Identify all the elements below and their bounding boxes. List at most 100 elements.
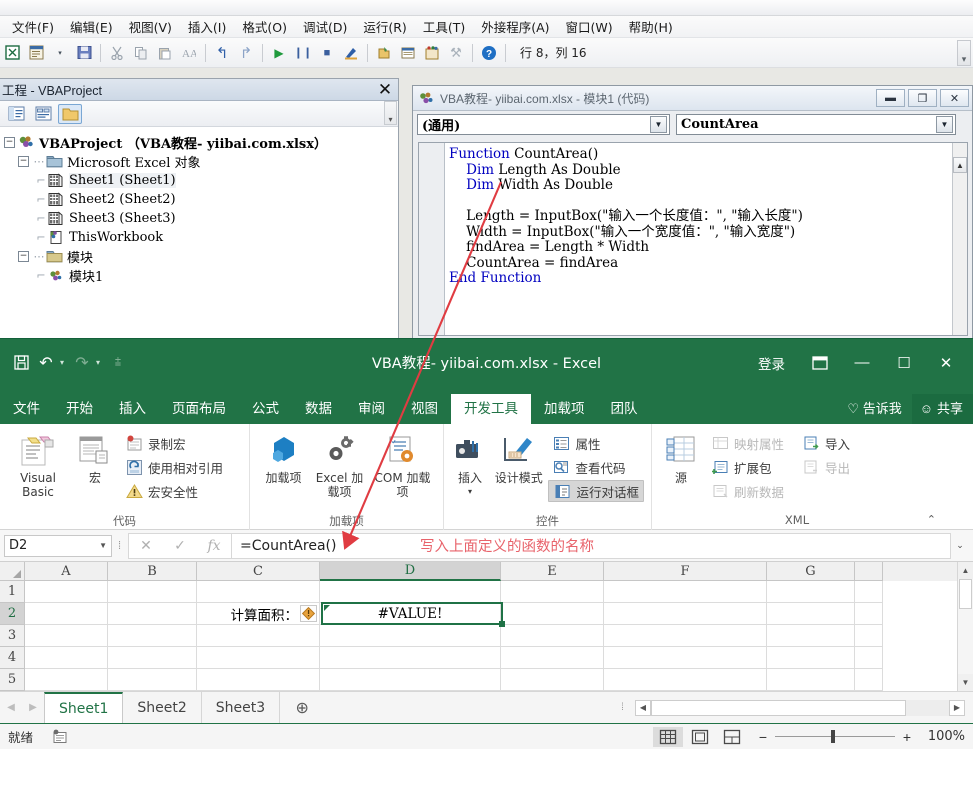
cell-C4[interactable] [197,647,320,669]
toolbar-overflow-handle[interactable]: ▾ [957,40,971,66]
zoom-in-button[interactable]: + [901,729,913,745]
panel-overflow-handle[interactable]: ▾ [384,101,397,125]
cell-D3[interactable] [320,625,501,647]
row-header-1[interactable]: 1 [0,581,25,603]
tab-addins[interactable]: 加载项 [531,394,598,424]
column-header-B[interactable]: B [108,562,197,581]
vbe-menu-tools[interactable]: 工具(T) [415,15,473,38]
tree-item-excel-objects[interactable]: − ⋯ Microsoft Excel 对象 [4,152,398,171]
cell-C1[interactable] [197,581,320,603]
collapse-ribbon-icon[interactable]: ⌃ [927,513,936,526]
undo-icon[interactable]: ↰ [211,42,233,64]
insert-dropdown-caret-icon[interactable]: ▾ [49,42,71,64]
cell-B4[interactable] [108,647,197,669]
zoom-slider[interactable]: − + [757,729,913,745]
cell-A4[interactable] [25,647,108,669]
column-header-D[interactable]: D [320,562,501,581]
record-macro-button[interactable]: 录制宏 [121,432,227,454]
row-header-4[interactable]: 4 [0,647,25,669]
object-browser-icon[interactable] [421,42,443,64]
cell-G5[interactable] [767,669,855,691]
vertical-scrollbar[interactable]: ▲ ▼ [957,562,973,691]
import-button[interactable]: 导入 [798,432,854,454]
scroll-down-icon[interactable]: ▼ [958,674,973,691]
chevron-down-icon[interactable]: ▼ [650,115,667,133]
column-header-G[interactable]: G [767,562,855,581]
toolbox-icon[interactable]: ⚒ [445,42,467,64]
tell-me-button[interactable]: ♡ 告诉我 [837,394,911,424]
formula-input[interactable]: =CountArea() 写入上面定义的函数的名称 [231,532,951,559]
find-icon[interactable]: AA [178,42,200,64]
row-header-3[interactable]: 3 [0,625,25,647]
accept-formula-icon[interactable]: ✓ [163,534,197,558]
cell-H2[interactable] [855,603,883,625]
export-button[interactable]: 导出 [798,456,854,478]
cell-F2[interactable] [604,603,767,625]
cell-E5[interactable] [501,669,604,691]
zoom-track[interactable] [775,730,895,743]
visual-basic-button[interactable]: Visual Basic [7,429,69,499]
normal-view-button[interactable] [653,726,683,747]
sheet-tab-sheet2[interactable]: Sheet2 [123,692,202,723]
share-button[interactable]: ☺ 共享 [911,394,973,424]
paste-icon[interactable] [154,42,176,64]
close-icon[interactable]: ✕ [372,80,398,100]
help-icon[interactable]: ? [478,42,500,64]
use-relative-references-button[interactable]: 使用相对引用 [121,456,227,478]
cancel-formula-icon[interactable]: ✕ [129,534,163,558]
close-icon[interactable]: ✕ [940,89,969,107]
toggle-folders-icon[interactable] [58,103,82,124]
page-layout-view-button[interactable] [685,727,715,747]
view-excel-icon[interactable] [1,42,23,64]
cell-G4[interactable] [767,647,855,669]
tab-team[interactable]: 团队 [598,394,651,424]
design-mode-button[interactable]: 设计模式 [493,429,544,485]
tab-page-layout[interactable]: 页面布局 [159,394,239,424]
page-break-preview-button[interactable] [717,727,747,747]
cell-H5[interactable] [855,669,883,691]
cell-A5[interactable] [25,669,108,691]
maximize-icon[interactable]: ☐ [883,348,925,378]
insert-control-button[interactable]: 插入 ▾ [451,429,489,499]
cell-H1[interactable] [855,581,883,603]
refresh-data-button[interactable]: 刷新数据 [707,480,788,502]
tree-item-sheet3[interactable]: ⌐ Sheet3 (Sheet3) [4,209,398,228]
chevron-down-icon[interactable]: ▾ [468,485,472,499]
tree-item-sheet1[interactable]: ⌐ Sheet1 (Sheet1) [4,171,398,190]
minimize-icon[interactable]: — [841,348,883,378]
cell-B2[interactable] [108,603,197,625]
next-sheet-icon[interactable]: ▶ [22,702,44,713]
expansion-packs-button[interactable]: 扩展包 [707,456,788,478]
insert-userform-icon[interactable] [25,42,47,64]
column-header-F[interactable]: F [604,562,767,581]
close-icon[interactable]: ✕ [925,348,967,378]
zoom-out-button[interactable]: − [757,729,769,745]
save-icon[interactable] [73,42,95,64]
redo-icon[interactable]: ↱ [235,42,257,64]
macro-security-button[interactable]: 宏安全性 [121,480,227,502]
view-object-icon[interactable] [31,104,55,124]
minimize-icon[interactable]: ▬ [876,89,905,107]
vscroll-thumb[interactable] [959,579,972,609]
tree-item-sheet2[interactable]: ⌐ Sheet2 (Sheet2) [4,190,398,209]
macro-record-status-icon[interactable] [51,729,69,745]
tree-item-vbaproject[interactable]: − VBAProject （VBA教程- yiibai.com.xlsx） [4,133,398,152]
column-header-C[interactable]: C [197,562,320,581]
sheet-tab-split-handle[interactable]: ⁞ [611,702,635,713]
select-all-corner[interactable] [0,562,25,581]
column-header-E[interactable]: E [501,562,604,581]
tab-developer[interactable]: 开发工具 [451,394,531,424]
vbe-menu-format[interactable]: 格式(O) [234,15,295,38]
map-properties-button[interactable]: 映射属性 [707,432,788,454]
vbe-menu-run[interactable]: 运行(R) [355,15,414,38]
hscroll-thumb[interactable] [651,699,906,716]
vbe-menu-view[interactable]: 视图(V) [121,15,180,38]
tree-item-modules[interactable]: − ⋯ 模块 [4,247,398,266]
column-header-H[interactable] [855,562,883,581]
tab-home[interactable]: 开始 [53,394,106,424]
run-dialog-button[interactable]: 运行对话框 [548,480,644,502]
view-code-icon[interactable] [4,104,28,124]
cell-E1[interactable] [501,581,604,603]
horizontal-scrollbar[interactable]: ◀ ▶ [635,699,965,717]
hscroll-track[interactable] [651,699,949,716]
